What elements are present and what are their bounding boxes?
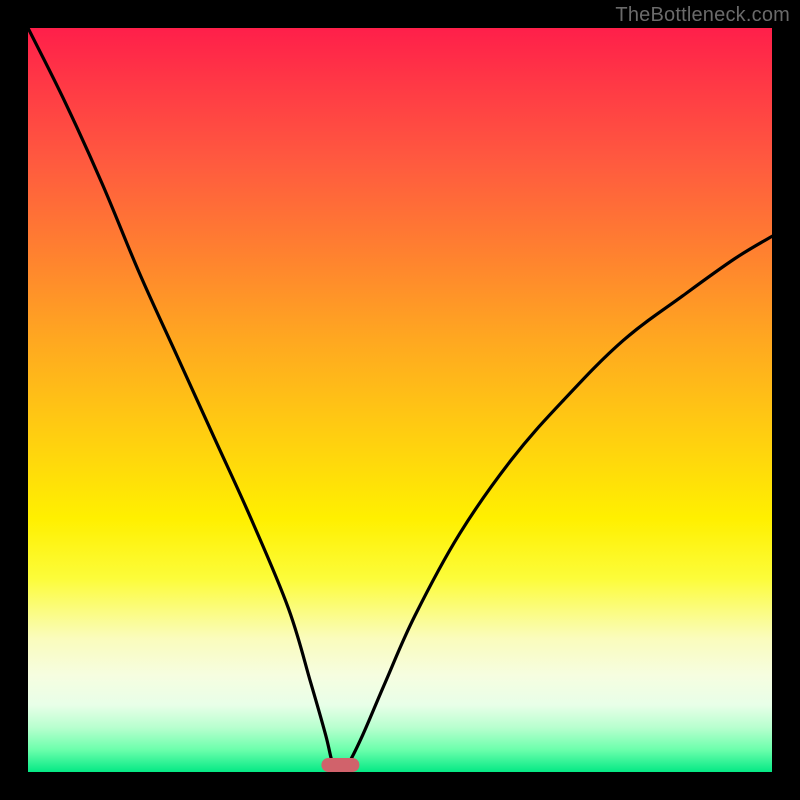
optimal-marker: [322, 758, 359, 772]
bottleneck-curve: [28, 28, 772, 772]
chart-frame: TheBottleneck.com: [0, 0, 800, 800]
watermark-text: TheBottleneck.com: [615, 4, 790, 27]
plot-area: [28, 28, 772, 772]
